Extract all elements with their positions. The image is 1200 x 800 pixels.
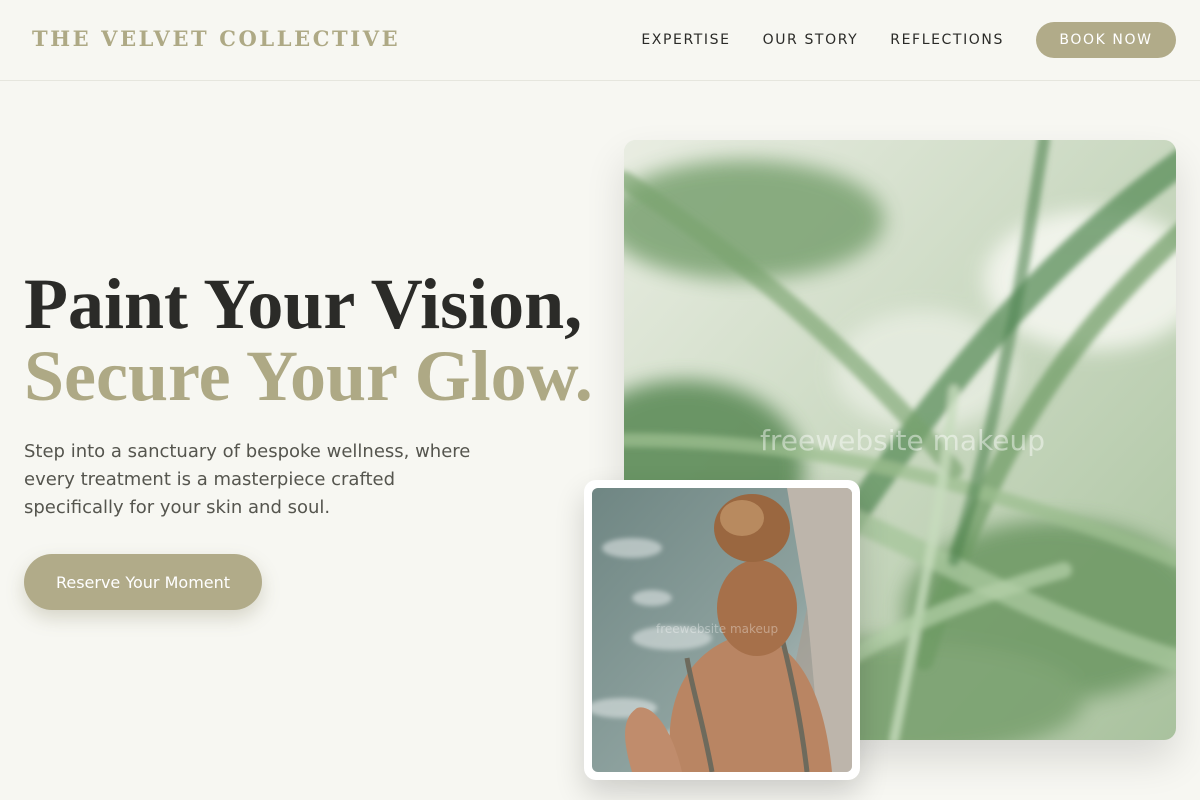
main-nav: EXPERTISE OUR STORY REFLECTIONS BOOK NOW [641, 0, 1200, 80]
woman-in-spa-pool-photo: freewebsite makeup [592, 488, 852, 772]
spa-pool-illustration [592, 488, 852, 772]
nav-link-reflections[interactable]: REFLECTIONS [890, 32, 1004, 48]
nav-link-our-story[interactable]: OUR STORY [763, 32, 859, 48]
spa-photo-card: freewebsite makeup [584, 480, 860, 780]
hero-subtext: Step into a sanctuary of bespoke wellnes… [24, 441, 471, 518]
site-header: THE VELVET COLLECTIVE EXPERTISE OUR STOR… [0, 0, 1200, 81]
hero-headline-line1: Paint Your Vision, [24, 264, 583, 344]
hero-headline-line2: Secure Your Glow. [24, 336, 593, 416]
hero-headline: Paint Your Vision, Secure Your Glow. [24, 268, 593, 412]
nav-link-expertise[interactable]: EXPERTISE [641, 32, 730, 48]
brand-logo[interactable]: THE VELVET COLLECTIVE [32, 26, 400, 51]
reserve-button[interactable]: Reserve Your Moment [24, 554, 262, 610]
book-now-button[interactable]: BOOK NOW [1036, 22, 1176, 58]
